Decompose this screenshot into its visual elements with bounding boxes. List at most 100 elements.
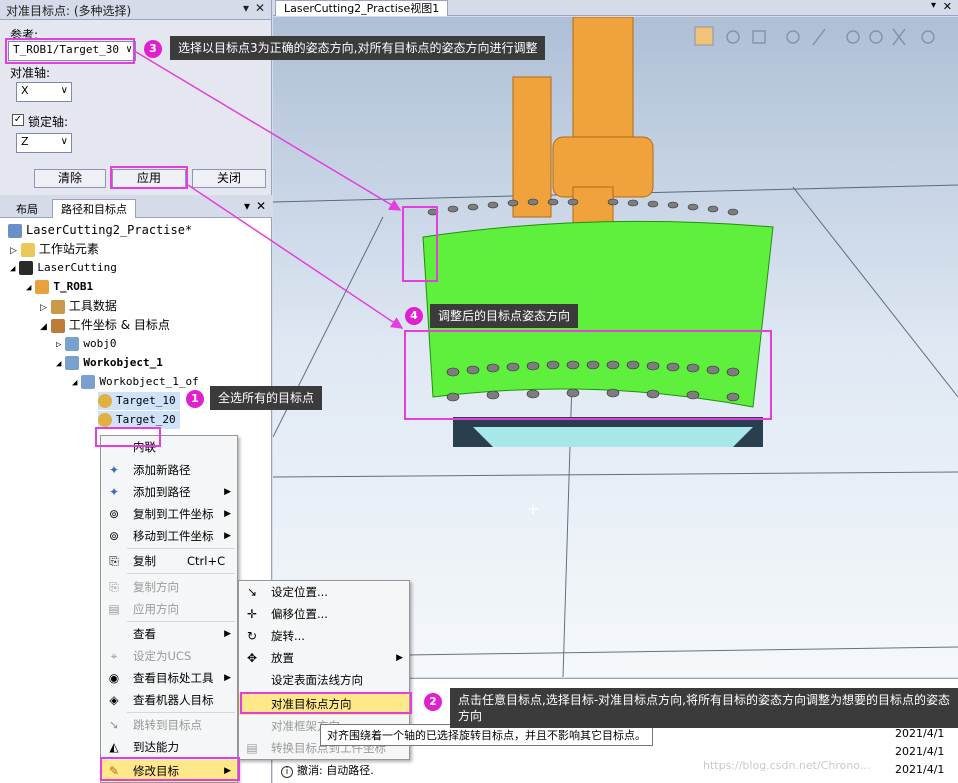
viewport-tab[interactable]: LaserCutting2_Practise视图1 (275, 0, 449, 16)
close-button[interactable]: 关闭 (192, 169, 266, 188)
menu-apply-orientation[interactable]: ▤ 应用方向 (101, 598, 237, 620)
tree-tooldata[interactable]: ▷ 工具数据 (40, 297, 117, 315)
lock-axis-select-value: Z (21, 135, 29, 148)
menu-reachability[interactable]: ◭ 到达能力 (101, 736, 237, 758)
menu-copy-orientation[interactable]: ⎘ 复制方向 (101, 576, 237, 598)
expand-icon[interactable]: ▷ (40, 303, 47, 313)
collapse-icon[interactable]: ◢ (10, 264, 15, 274)
context-menu: 内联 ✦ 添加新路径 ✦ 添加到路径 ▶ ⊚ 复制到工件坐标 ▶ ⊚ 移动到工件坐标 ▶ ⎘ 复… (100, 435, 238, 783)
menu-add-to-path[interactable]: ✦ 添加到路径 ▶ (101, 481, 237, 503)
callout-badge-2: 2 (424, 693, 442, 711)
close-icon[interactable]: ✕ (943, 0, 952, 13)
path-icon: ✦ (108, 485, 120, 499)
axis-select[interactable]: X ∨ (16, 82, 72, 102)
lock-checkbox[interactable]: ✓ (12, 114, 24, 126)
viewport-tab-bar: LaserCutting2_Practise视图1 ▾ ✕ (273, 0, 958, 16)
wobj-copy-icon: ⊚ (108, 507, 120, 521)
menu-set-as-ucs[interactable]: ⌖ 设定为UCS (101, 645, 237, 667)
clear-button[interactable]: 清除 (34, 169, 106, 188)
tree-target-10[interactable]: Target_10 (98, 392, 180, 410)
submenu-rotate[interactable]: ↻ 旋转... (239, 625, 409, 647)
tab-layout[interactable]: 布局 (16, 201, 38, 217)
highlight-target-30 (95, 427, 161, 447)
copy-orientation-icon: ⎘ (109, 580, 119, 594)
callout-badge-3: 3 (144, 40, 162, 58)
expand-icon[interactable]: ▷ (56, 340, 61, 350)
rotate-icon: ↻ (246, 629, 258, 643)
menu-copy-to-wobj[interactable]: ⊚ 复制到工件坐标 ▶ (101, 503, 237, 525)
menu-view-robot-at-target[interactable]: ◈ 查看机器人目标 (101, 689, 237, 711)
info-icon: i (281, 766, 293, 778)
collapse-icon[interactable]: ◢ (40, 322, 47, 332)
tree-workobject-1-of[interactable]: ◢ Workobject_1_of (72, 373, 199, 391)
submenu-arrow-icon: ▶ (396, 653, 403, 663)
expand-icon[interactable]: ▷ (10, 246, 17, 256)
highlight-adjusted-targets (404, 330, 772, 420)
workbench-top (473, 427, 753, 447)
pin-icon[interactable]: ▾ (243, 1, 249, 15)
tree-station[interactable]: LaserCutting2_Practise* (8, 221, 192, 239)
path-add-icon: ✦ (108, 463, 120, 477)
menu-copy[interactable]: ⎘ 复制 Ctrl+C (101, 550, 237, 572)
callout-badge-4: 4 (405, 307, 423, 325)
tab-paths-targets[interactable]: 路径和目标点 (52, 199, 136, 218)
wobj-move-icon: ⊚ (108, 529, 120, 543)
tree-workobjects[interactable]: ◢ 工件坐标 & 目标点 (40, 316, 170, 334)
output-msg-1: i 撤消: 自动路径. (281, 762, 374, 778)
output-date-2: 2021/4/1 (895, 745, 945, 758)
tree-station-elements[interactable]: ▷ 工作站元素 (10, 240, 99, 258)
copy-shortcut: Ctrl+C (187, 554, 226, 568)
menu-view[interactable]: 查看 ▶ (101, 623, 237, 645)
callout-1: 全选所有的目标点 (210, 386, 323, 410)
tree-lasercutting[interactable]: ◢ LaserCutting (10, 259, 117, 277)
collapse-icon[interactable]: ◢ (26, 283, 31, 293)
callout-3: 选择以目标点3为正确的姿态方向,对所有目标点的姿态方向进行调整 (170, 36, 546, 60)
tool-view-icon: ◉ (108, 671, 120, 685)
station-icon (8, 223, 22, 238)
pin-icon[interactable]: ▾ (244, 199, 250, 213)
target-icon (98, 394, 112, 408)
folder-icon (20, 242, 35, 257)
menu-add-new-path[interactable]: ✦ 添加新路径 (101, 459, 237, 481)
copy-icon: ⎘ (109, 554, 119, 568)
submenu-arrow-icon: ▶ (224, 673, 231, 683)
arrow-icon: ↘ (246, 585, 258, 599)
align-panel-title: 对准目标点: (多种选择) (6, 4, 132, 18)
lock-label: 锁定轴: (28, 115, 69, 129)
submenu-arrow-icon: ▶ (224, 531, 231, 541)
highlight-target30-in-scene (402, 206, 438, 282)
tree-workobject-1[interactable]: ◢ Workobject_1 (56, 354, 163, 372)
wobj-icon (65, 337, 80, 351)
callout-2: 点击任意目标点,选择目标-对准目标点方向,将所有目标的姿态方向调整为想要的目标点… (450, 688, 958, 728)
submenu-place[interactable]: ✥ 放置 ▶ (239, 647, 409, 669)
tool-icon (50, 299, 65, 314)
callout-badge-1: 1 (186, 390, 204, 408)
toolbar-icons (726, 28, 935, 46)
close-icon[interactable]: ✕ (256, 199, 266, 213)
axis-select-value: X (21, 84, 29, 97)
ucs-icon: ⌖ (110, 649, 118, 663)
collapse-icon[interactable]: ◢ (72, 378, 77, 388)
close-icon[interactable]: ✕ (255, 1, 265, 15)
submenu-arrow-icon: ▶ (224, 629, 231, 639)
menu-separator (127, 712, 235, 713)
cursor-cross (528, 504, 538, 514)
robot-view-icon: ◈ (109, 693, 119, 707)
tree-wobj0[interactable]: ▷ wobj0 (56, 335, 117, 353)
highlight-align-target (240, 692, 412, 714)
highlight-ref-select (5, 38, 135, 64)
axis-label: 对准轴: (10, 66, 51, 80)
menu-view-tool-at-target[interactable]: ◉ 查看目标处工具 ▶ (101, 667, 237, 689)
collapse-icon[interactable]: ◢ (56, 359, 61, 369)
submenu-set-surface-normal[interactable]: 设定表面法线方向 (239, 669, 409, 691)
chevron-down-icon: ∨ (60, 136, 68, 147)
submenu-set-position[interactable]: ↘ 设定位置... (239, 581, 409, 603)
align-panel-title-bar: 对准目标点: (多种选择) ▾ ✕ (0, 0, 271, 20)
tree-t-rob1[interactable]: ◢ T_ROB1 (26, 278, 93, 296)
submenu-offset-position[interactable]: ✛ 偏移位置... (239, 603, 409, 625)
offset-icon: ✛ (246, 607, 258, 621)
lock-axis-select[interactable]: Z ∨ (16, 133, 72, 153)
menu-jump-to-target[interactable]: ➘ 跳转到目标点 (101, 714, 237, 736)
chevron-down-icon[interactable]: ▾ (931, 0, 936, 11)
menu-move-to-wobj[interactable]: ⊚ 移动到工件坐标 ▶ (101, 525, 237, 547)
